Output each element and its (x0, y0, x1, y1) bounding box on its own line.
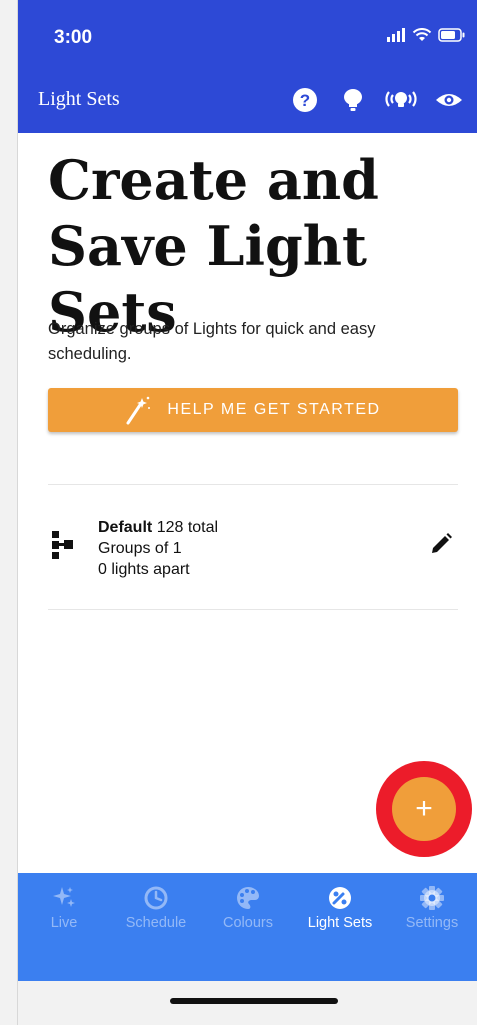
light-set-total: 128 total (156, 519, 219, 536)
divider (48, 609, 458, 610)
device: 3:00 Light Sets ? Create and Save Light … (0, 0, 477, 1025)
nav-label-live: Live (50, 915, 78, 931)
sparkle-icon (53, 887, 75, 907)
help-me-get-started-button[interactable]: HELP ME GET STARTED (48, 388, 458, 432)
app-screen: 3:00 Light Sets ? Create and Save Light … (17, 0, 477, 1025)
app-bar-actions: ? (284, 84, 470, 116)
light-set-tree-icon (52, 531, 73, 559)
light-sets-icon (329, 887, 351, 909)
nav-item-colours[interactable]: Colours (202, 885, 294, 935)
pencil-icon (432, 533, 452, 553)
home-indicator-area (18, 981, 477, 1025)
light-set-title-row: Default 128 total (98, 517, 218, 538)
light-set-apart: 0 lights apart (98, 561, 190, 578)
app-bar-title: Light Sets (38, 88, 120, 110)
broadcast-button[interactable] (380, 84, 422, 116)
status-bar: 3:00 (18, 0, 477, 70)
page-subtitle: Organize groups of Lights for quick and … (48, 320, 376, 363)
nav-label-colours: Colours (223, 915, 273, 931)
eye-icon (436, 94, 462, 106)
home-indicator[interactable] (170, 998, 338, 1004)
bulb-icon (344, 89, 362, 111)
svg-text:?: ? (300, 91, 310, 110)
light-set-info: Default 128 total Groups of 1 0 lights a… (98, 517, 218, 580)
gear-icon (420, 886, 444, 910)
status-indicators (386, 28, 466, 42)
help-icon: ? (293, 88, 317, 112)
help-button-label: HELP ME GET STARTED (167, 401, 381, 418)
divider (48, 484, 458, 485)
top-bar: 3:00 Light Sets ? (18, 0, 477, 133)
page-heading: Create and Save Light Sets (48, 148, 379, 344)
magic-wand-icon (126, 396, 151, 425)
broadcast-bulb-icon (385, 91, 417, 107)
battery-icon (438, 28, 465, 42)
help-button[interactable]: ? (284, 84, 326, 116)
nav-label-light-sets: Light Sets (307, 915, 373, 931)
palette-icon (237, 887, 259, 909)
eye-button[interactable] (428, 84, 470, 116)
edit-light-set-button[interactable] (426, 529, 456, 559)
app-bar: Light Sets ? (18, 70, 477, 133)
light-set-name: Default (98, 519, 153, 536)
nav-item-schedule[interactable]: Schedule (110, 885, 202, 935)
light-set-groups: Groups of 1 (98, 540, 182, 557)
nav-label-settings: Settings (405, 915, 459, 931)
status-time: 3:00 (54, 27, 93, 48)
bulb-button[interactable] (332, 84, 374, 116)
light-set-item[interactable]: Default 128 total Groups of 1 0 lights a… (48, 515, 458, 585)
nav-item-live[interactable]: Live (18, 885, 110, 935)
add-light-set-fab[interactable]: + (392, 777, 456, 841)
signal-icon (387, 28, 405, 42)
wifi-icon (412, 28, 432, 41)
schedule-icon (144, 886, 168, 910)
nav-label-schedule: Schedule (125, 915, 187, 931)
main-content: Create and Save Light Sets Organize grou… (18, 133, 477, 873)
bottom-navigation: Live Schedule Colours Light Sets Setting… (18, 873, 477, 981)
nav-item-settings[interactable]: Settings (386, 885, 477, 935)
nav-item-light-sets[interactable]: Light Sets (294, 885, 386, 935)
